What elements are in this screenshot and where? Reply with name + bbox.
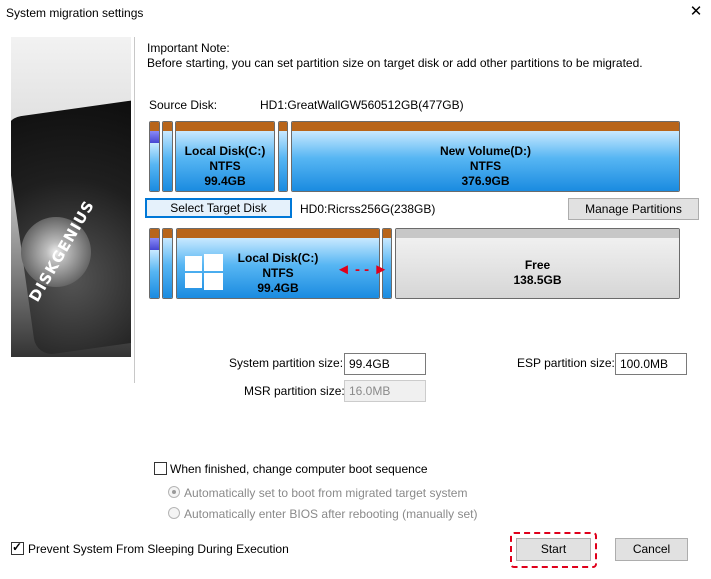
enter-bios-radio: [168, 507, 180, 519]
prevent-sleep-checkbox[interactable]: [11, 540, 24, 555]
change-boot-checkbox[interactable]: [154, 462, 167, 475]
start-button[interactable]: Start: [516, 538, 591, 561]
system-partition-size-label: System partition size:: [229, 356, 344, 370]
manage-partitions-button[interactable]: Manage Partitions: [568, 198, 699, 220]
target-partition-1[interactable]: [149, 228, 160, 299]
source-disk-label: Source Disk:: [149, 98, 218, 112]
partition-size: 99.4GB: [204, 174, 246, 188]
partition-size: 376.9GB: [461, 174, 510, 188]
divider: [134, 37, 135, 383]
source-partition-2[interactable]: [162, 121, 173, 192]
source-partition-d[interactable]: New Volume(D:) NTFS 376.9GB: [291, 121, 680, 192]
system-partition-size-input[interactable]: 99.4GB: [344, 353, 426, 375]
window-title: System migration settings: [6, 6, 144, 20]
enter-bios-label: Automatically enter BIOS after rebooting…: [184, 507, 478, 521]
note-text: Before starting, you can set partition s…: [147, 56, 643, 70]
target-free-space[interactable]: Free 138.5GB: [395, 228, 680, 299]
esp-partition-size-label: ESP partition size:: [517, 356, 615, 370]
cancel-button[interactable]: Cancel: [615, 538, 688, 561]
source-disk-value: HD1:GreatWallGW560512GB(477GB): [260, 98, 464, 112]
esp-partition-size-input[interactable]: 100.0MB: [615, 353, 687, 375]
close-icon[interactable]: ✕: [688, 4, 704, 20]
note-heading: Important Note:: [147, 41, 230, 55]
source-partition-c[interactable]: Local Disk(C:) NTFS 99.4GB: [175, 121, 275, 192]
partition-name: Local Disk(C:): [184, 144, 266, 158]
partition-size: 138.5GB: [513, 273, 562, 287]
target-disk-value: HD0:Ricrss256G(238GB): [300, 202, 436, 216]
partition-size: 99.4GB: [257, 281, 299, 295]
msr-partition-size-input: 16.0MB: [344, 380, 426, 402]
target-partition-2[interactable]: [162, 228, 173, 299]
partition-fs: NTFS: [469, 159, 502, 173]
source-partition-4[interactable]: [278, 121, 288, 192]
partition-name: New Volume(D:): [439, 144, 532, 158]
resize-arrow-icon[interactable]: ◄ - - ►: [336, 261, 388, 279]
msr-partition-size-label: MSR partition size:: [244, 384, 345, 398]
partition-name: Free: [524, 258, 551, 272]
change-boot-label[interactable]: When finished, change computer boot sequ…: [170, 462, 428, 476]
auto-boot-label: Automatically set to boot from migrated …: [184, 486, 468, 500]
select-target-disk-button[interactable]: Select Target Disk: [145, 198, 292, 218]
partition-fs: NTFS: [209, 159, 241, 173]
diskgenius-hdd-image: DISKGENIUS: [11, 37, 131, 357]
auto-boot-radio: [168, 486, 180, 498]
source-partition-1[interactable]: [149, 121, 160, 192]
prevent-sleep-label[interactable]: Prevent System From Sleeping During Exec…: [28, 542, 289, 556]
